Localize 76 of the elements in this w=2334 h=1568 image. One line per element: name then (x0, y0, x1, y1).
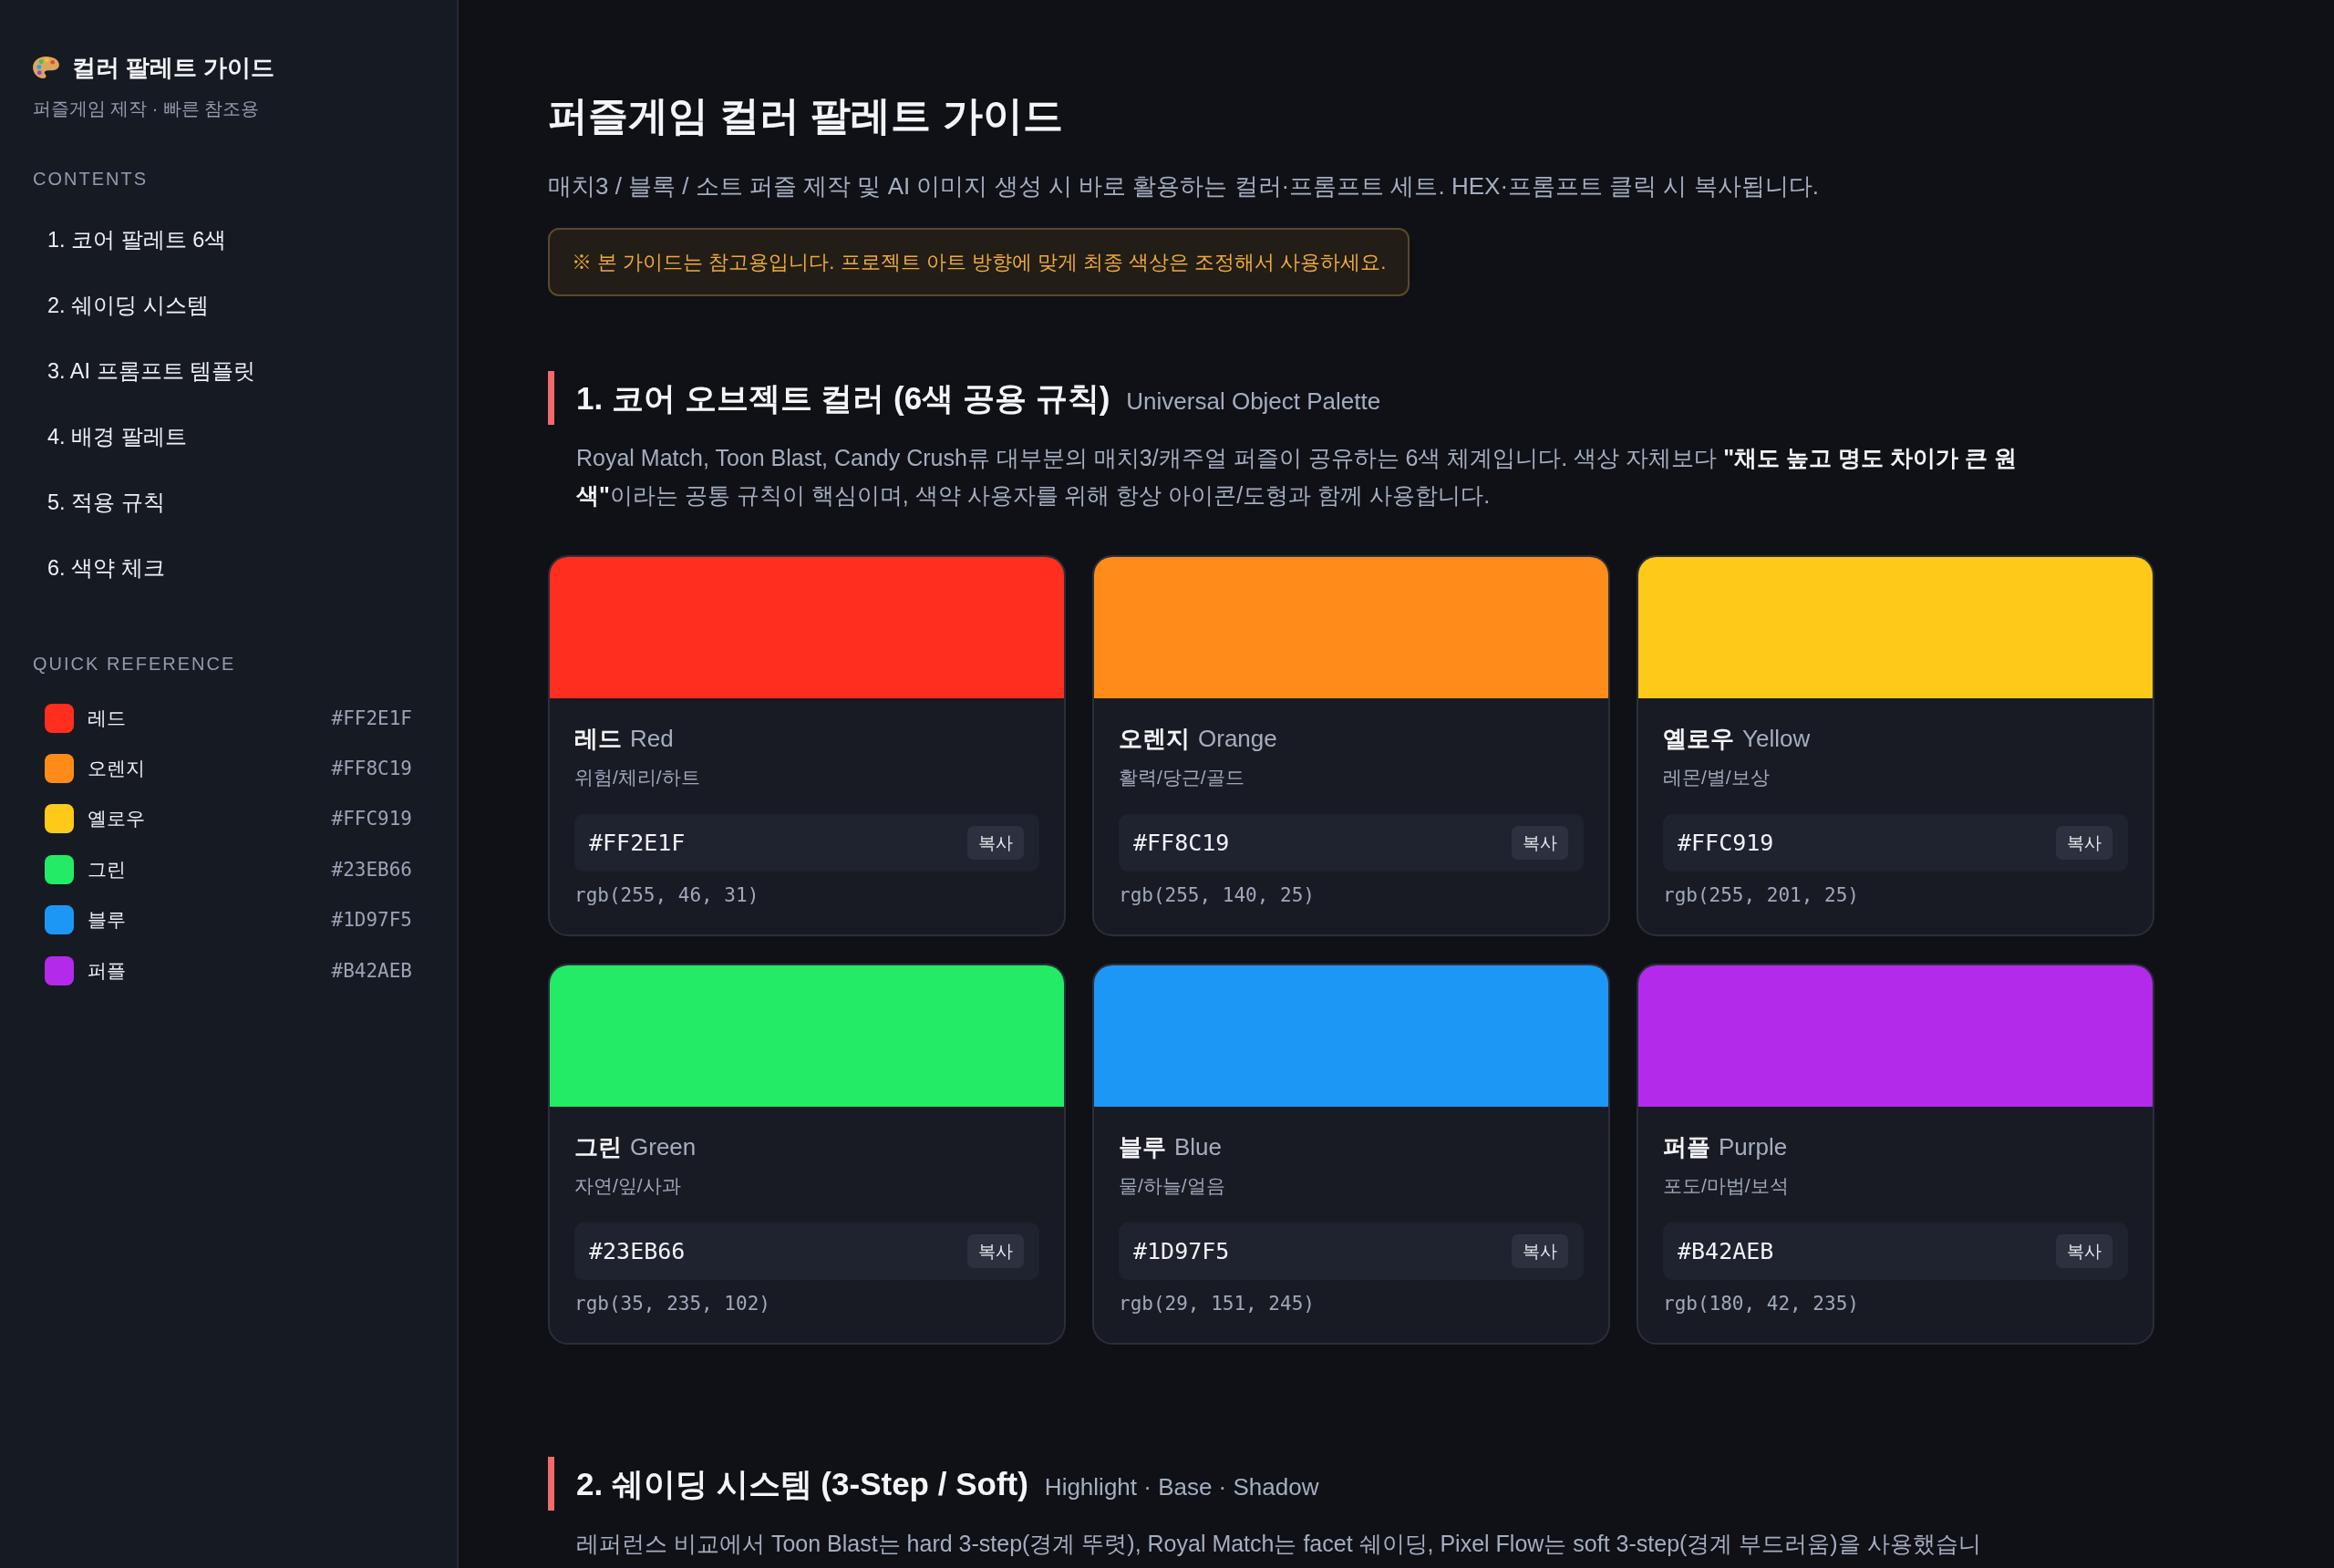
hex-code-panel[interactable]: #FFC919 복사 (1663, 814, 2128, 872)
contents-link[interactable]: 5. 적용 규칙 (33, 469, 180, 535)
color-name-english: Orange (1198, 724, 1277, 754)
quick-reference-heading: QUICK REFERENCE (33, 653, 237, 676)
accent-bar (548, 1457, 554, 1511)
section-subheading: Highlight · Base · Shadow (1044, 1471, 1319, 1502)
hex-code-panel[interactable]: #23EB66 복사 (574, 1222, 1039, 1280)
hex-code: #1D97F5 (331, 908, 412, 934)
section-heading: 1. 코어 오브젝트 컬러 (6색 공용 규칙) (576, 378, 1110, 418)
hex-code: #B42AEB (1678, 1236, 1774, 1266)
contents-link[interactable]: 6. 색약 체크 (33, 535, 180, 601)
hex-code: #FFC919 (1678, 828, 1774, 858)
color-name-english: Green (630, 1132, 697, 1162)
notice-text: ※ 본 가이드는 참고용입니다. 프로젝트 아트 방향에 맞게 최종 색상은 조정해서 사용하세요. (548, 228, 1410, 296)
hex-code-panel[interactable]: #FF2E1F 복사 (574, 814, 1039, 872)
color-name: 블루 (88, 908, 127, 933)
color-name: 퍼플 (88, 958, 127, 983)
hex-code: #23EB66 (331, 857, 412, 882)
section-description: Royal Match, Toon Blast, Candy Crush류 대부분의 매치3/캐주얼 퍼즐이 공유하는 6색 체계입니다. 색상 자체보다 "채도 높고 명도 차이가 큰 원색"이라는 공통 규칙이 핵심이며, 색약 사용자를 위해 항상 아이콘/도형과 함께 사용합니다. (575, 444, 2018, 510)
color-name: 그린 (88, 857, 127, 882)
color-name-korean: 그린 (574, 1132, 622, 1162)
color-name-english: Red (630, 724, 674, 754)
color-name: 옐로우 (88, 807, 146, 831)
rgb-code: rgb(255, 201, 25) (1663, 883, 1860, 908)
hex-code: #FF2E1F (331, 706, 412, 731)
contents-link[interactable]: 3. AI 프롬프트 템플릿 (33, 338, 271, 404)
contents-heading: CONTENTS (33, 168, 149, 191)
accent-bar (548, 371, 554, 425)
color-name-english: Blue (1174, 1132, 1223, 1162)
copy-button[interactable]: 복사 (967, 1234, 1024, 1268)
palette-icon (33, 57, 59, 78)
section-description: 레퍼런스 비교에서 Toon Blast는 hard 3-step(경계 뚜렷), Royal Match는 facet 쉐이딩, Pixel Flow는 soft 3-step(경계 부드러움)을 사용했습니 (575, 1530, 1982, 1558)
color-name-korean: 블루 (1119, 1132, 1166, 1162)
rgb-code: rgb(35, 235, 102) (574, 1292, 771, 1316)
page-title: 퍼즐게임 컬러 팔레트 가이드 (548, 92, 1064, 139)
section-heading: 2. 쉐이딩 시스템 (3-Step / Soft) (576, 1464, 1028, 1503)
copy-button[interactable]: 복사 (967, 826, 1024, 860)
color-usage: 활력/당근/골드 (1119, 766, 1245, 789)
color-usage: 위험/체리/하트 (574, 766, 701, 789)
rgb-code: rgb(29, 151, 245) (1119, 1292, 1316, 1316)
rgb-code: rgb(180, 42, 235) (1663, 1292, 1860, 1316)
color-name-korean: 레드 (574, 724, 622, 754)
hex-code-panel[interactable]: #FF8C19 복사 (1119, 814, 1584, 872)
copy-button[interactable]: 복사 (1512, 826, 1568, 860)
hex-code-panel[interactable]: #B42AEB 복사 (1663, 1222, 2128, 1280)
hex-code-panel[interactable]: #1D97F5 복사 (1119, 1222, 1584, 1280)
contents-link[interactable]: 2. 쉐이딩 시스템 (33, 273, 223, 338)
hex-code: #FF8C19 (1133, 828, 1230, 858)
copy-button[interactable]: 복사 (2056, 826, 2112, 860)
copy-button[interactable]: 복사 (1512, 1234, 1568, 1268)
color-usage: 물/하늘/얼음 (1119, 1174, 1226, 1198)
color-name: 오렌지 (88, 757, 146, 781)
hex-code: #B42AEB (331, 958, 412, 984)
copy-button[interactable]: 복사 (2056, 1234, 2112, 1268)
sidebar-title: 컬러 팔레트 가이드 (72, 53, 275, 83)
hex-code: #FF8C19 (331, 757, 412, 782)
rgb-code: rgb(255, 46, 31) (574, 883, 760, 908)
color-name-english: Purple (1719, 1132, 1788, 1162)
color-name-korean: 옐로우 (1663, 724, 1734, 754)
color-usage: 자연/잎/사과 (574, 1174, 682, 1198)
color-name-korean: 퍼플 (1663, 1132, 1710, 1162)
hex-code: #23EB66 (589, 1236, 686, 1266)
rgb-code: rgb(255, 140, 25) (1119, 883, 1316, 908)
sidebar-subtitle: 퍼즐게임 제작 · 빠른 참조용 (33, 98, 261, 120)
color-usage: 포도/마법/보석 (1663, 1174, 1790, 1198)
hex-code: #FFC919 (331, 807, 412, 832)
hex-code: #FF2E1F (589, 828, 686, 858)
intro-text: 매치3 / 블록 / 소트 퍼즐 제작 및 AI 이미지 생성 시 바로 활용하는 컬러·프롬프트 세트. HEX·프롬프트 클릭 시 복사됩니다. (548, 171, 1820, 201)
hex-code: #1D97F5 (1133, 1236, 1230, 1266)
color-name-korean: 오렌지 (1119, 724, 1190, 754)
contents-link[interactable]: 1. 코어 팔레트 6색 (33, 207, 242, 273)
color-name: 레드 (88, 706, 127, 730)
color-usage: 레몬/별/보상 (1663, 766, 1771, 789)
color-name-english: Yellow (1742, 724, 1811, 754)
section-subheading: Universal Object Palette (1126, 386, 1381, 417)
contents-link[interactable]: 4. 배경 팔레트 (33, 404, 201, 469)
